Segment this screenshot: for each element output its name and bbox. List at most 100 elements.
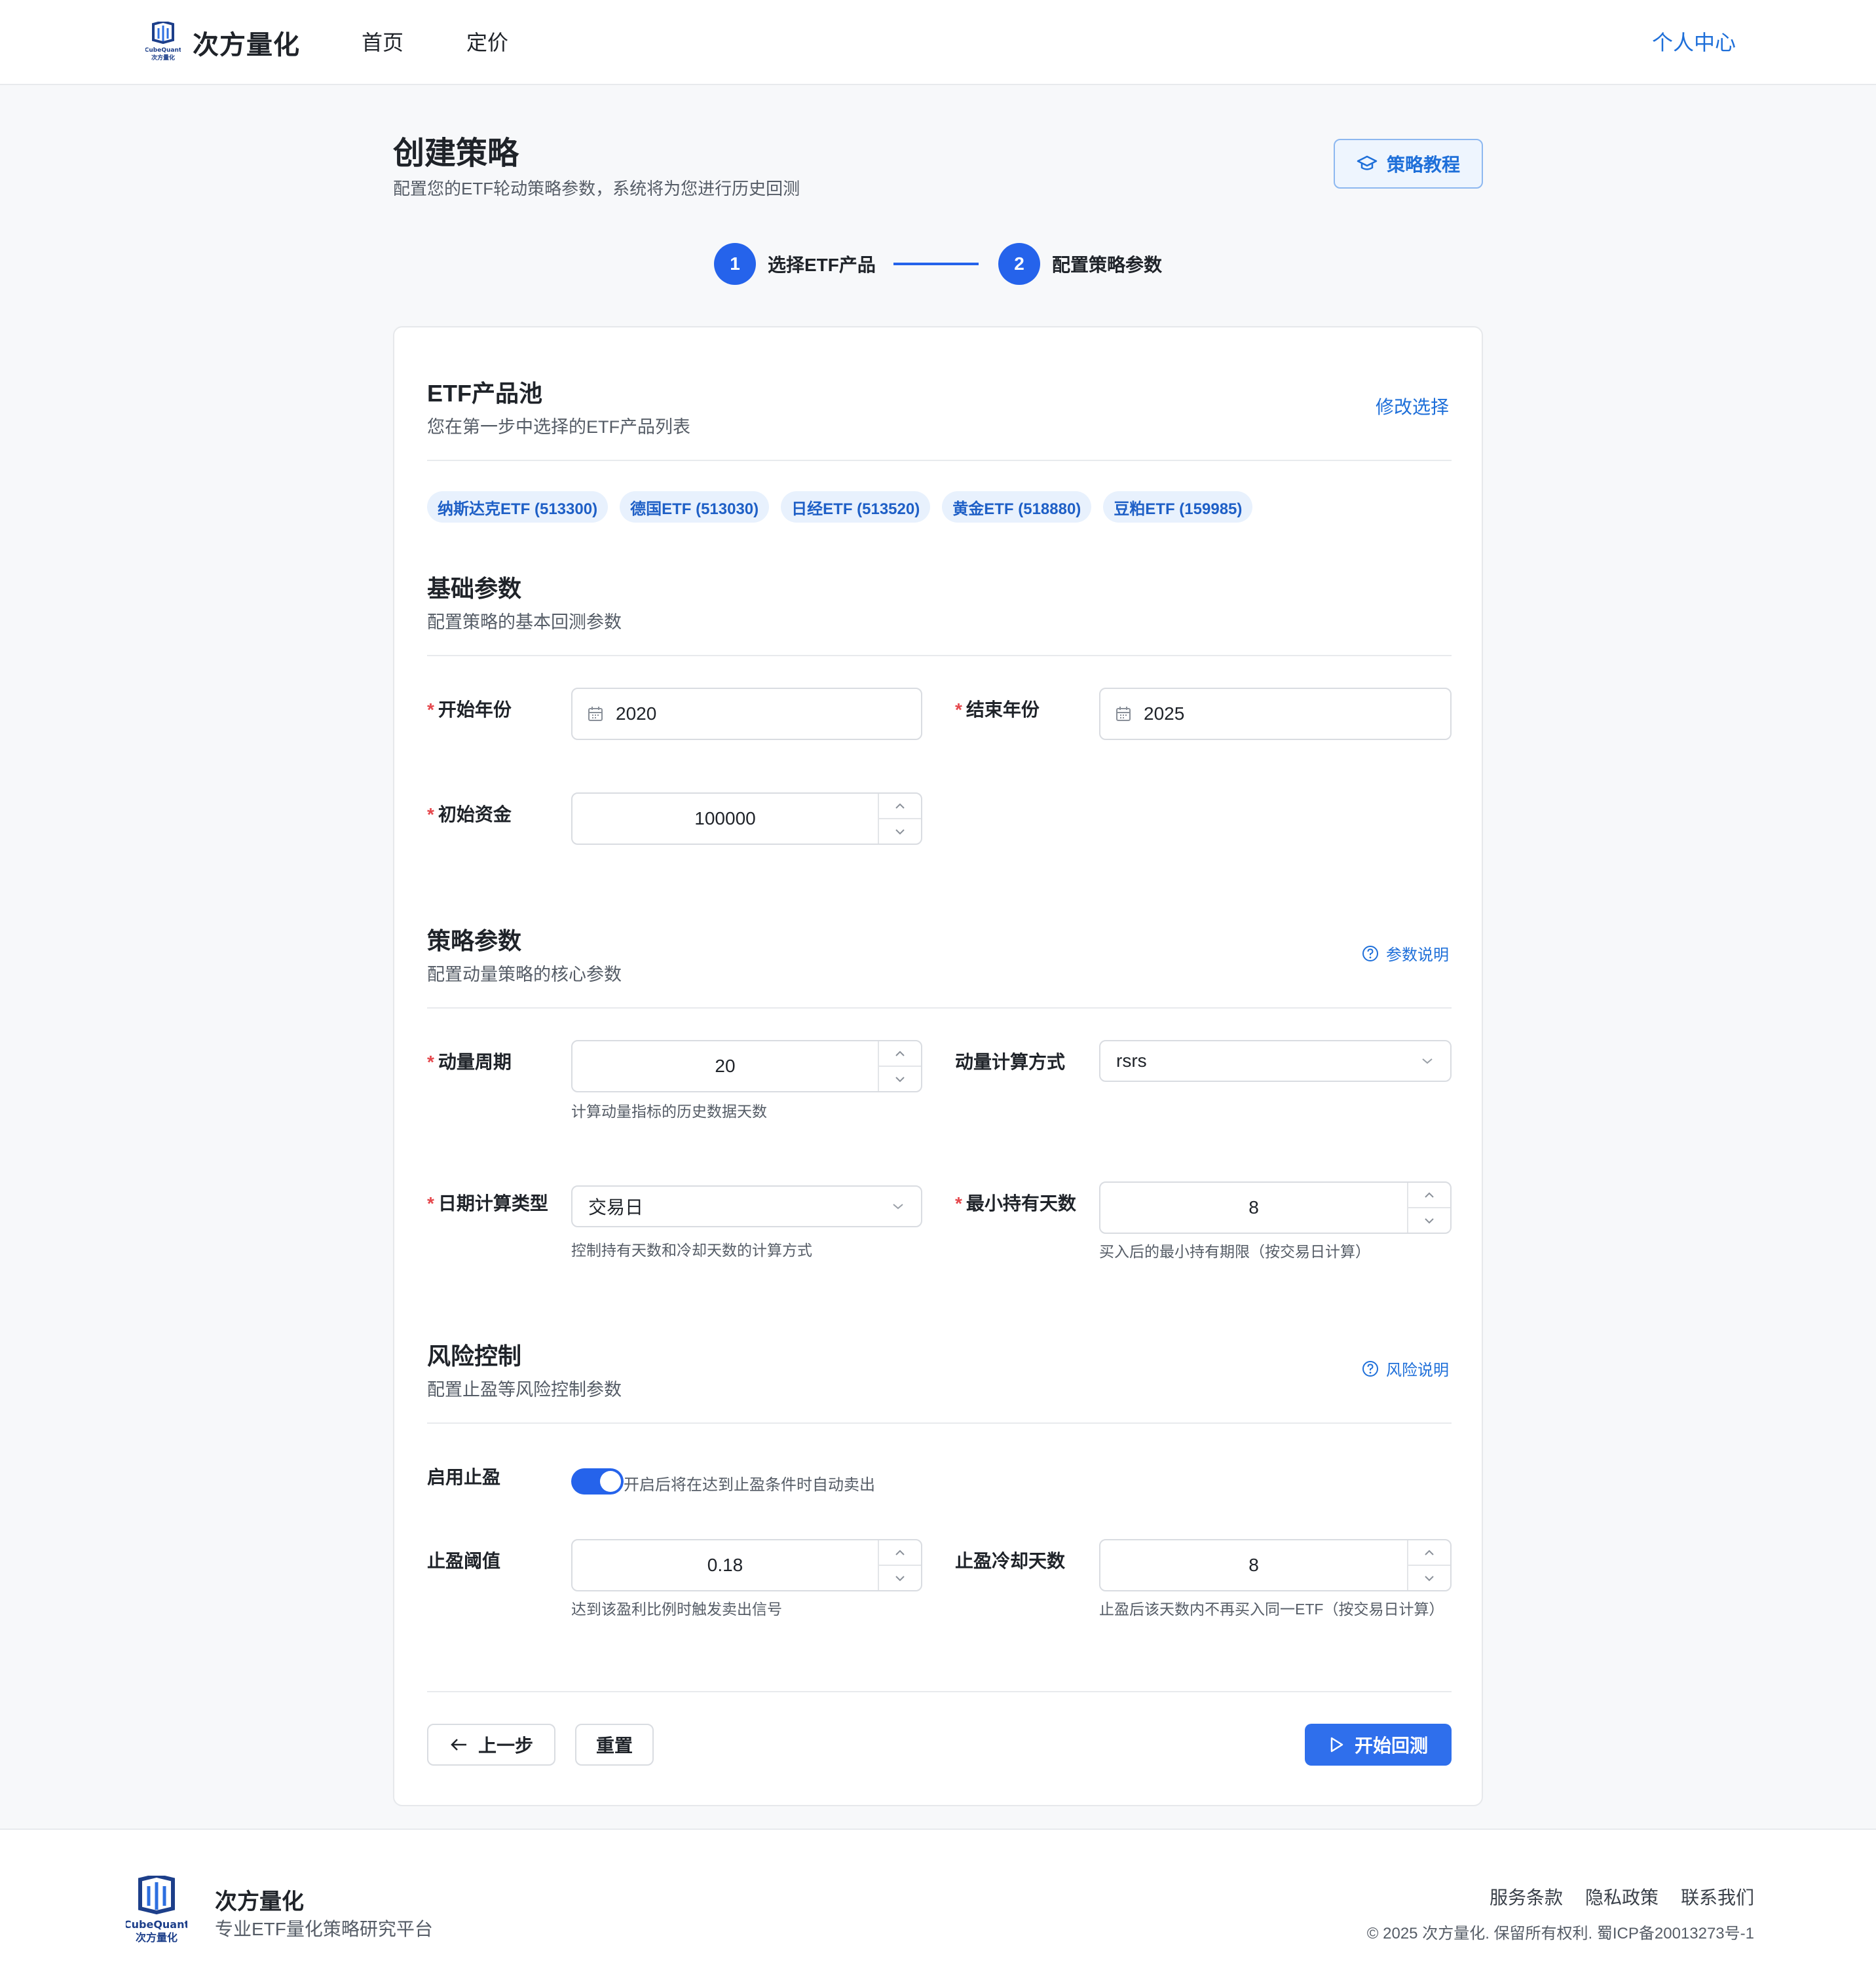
- take-profit-toggle[interactable]: [571, 1468, 624, 1495]
- etf-pool-title: ETF产品池: [427, 380, 542, 407]
- end-year-label: * 结束年份: [955, 699, 1040, 720]
- reset-button[interactable]: 重置: [575, 1724, 654, 1766]
- question-circle-icon: [1362, 945, 1378, 961]
- cube-logo-icon: CubeQuant 次方量化: [145, 22, 181, 62]
- strategy-params-title: 策略参数: [427, 927, 522, 954]
- risk-help-label: 风险说明: [1386, 1362, 1449, 1379]
- min-hold-days-hint: 买入后的最小持有期限（按交易日计算）: [1099, 1243, 1370, 1260]
- previous-step-label: 上一步: [478, 1736, 533, 1756]
- section-divider: [427, 655, 1452, 656]
- momentum-period-hint: 计算动量指标的历史数据天数: [571, 1103, 767, 1120]
- copyright-text: © 2025 次方量化. 保留所有权利. 蜀ICP备20013273号-1: [1366, 1925, 1754, 1942]
- section-divider: [427, 1007, 1452, 1009]
- take-profit-cooldown-value: 8: [1248, 1555, 1259, 1575]
- momentum-period-input[interactable]: 20: [571, 1040, 922, 1092]
- end-year-value: 2025: [1144, 703, 1185, 724]
- stepper: [878, 1540, 921, 1590]
- take-profit-cooldown-label: 止盈冷却天数: [955, 1551, 1066, 1571]
- page-title: 创建策略: [393, 136, 519, 171]
- strategy-params-subtitle: 配置动量策略的核心参数: [427, 965, 622, 984]
- etf-tag: 德国ETF (513030): [620, 491, 770, 523]
- chevron-down-icon: [895, 1076, 905, 1082]
- etf-tag: 日经ETF (513520): [781, 491, 931, 523]
- chevron-down-icon: [1425, 1217, 1434, 1223]
- start-year-picker[interactable]: 2020: [571, 688, 922, 740]
- increment-button[interactable]: [1408, 1183, 1450, 1207]
- nav-home-link[interactable]: 首页: [362, 26, 403, 56]
- take-profit-cooldown-input[interactable]: 8: [1099, 1539, 1452, 1591]
- chevron-up-icon: [895, 1550, 905, 1555]
- user-center-link[interactable]: 个人中心: [1652, 26, 1736, 56]
- risk-help-link[interactable]: 风险说明: [1361, 1357, 1449, 1380]
- momentum-method-label: 动量计算方式: [955, 1052, 1066, 1072]
- calendar-icon: [1116, 707, 1131, 721]
- take-profit-threshold-label: 止盈阈值: [427, 1551, 501, 1571]
- take-profit-threshold-input[interactable]: 0.18: [571, 1539, 922, 1591]
- brand-logo-link[interactable]: CubeQuant 次方量化 次方量化: [145, 20, 300, 65]
- stepper: [1407, 1183, 1450, 1233]
- momentum-method-select[interactable]: rsrs: [1099, 1040, 1452, 1082]
- nav-pricing-link[interactable]: 定价: [466, 26, 508, 56]
- date-type-hint: 控制持有天数和冷却天数的计算方式: [571, 1242, 812, 1259]
- min-hold-days-label: * 最小持有天数: [955, 1193, 1076, 1214]
- date-type-value: 交易日: [588, 1197, 644, 1217]
- strategy-form-card: ETF产品池 您在第一步中选择的ETF产品列表 修改选择 纳斯达克ETF (51…: [393, 326, 1483, 1806]
- param-help-link[interactable]: 参数说明: [1361, 942, 1449, 965]
- end-year-picker[interactable]: 2025: [1099, 688, 1452, 740]
- step-configure-params: 2 配置策略参数: [998, 242, 1162, 286]
- footer-links: 服务条款 隐私政策 联系我们: [1490, 1884, 1754, 1910]
- chevron-up-icon: [1425, 1550, 1434, 1555]
- section-divider: [427, 1691, 1452, 1692]
- momentum-period-label: * 动量周期: [427, 1052, 512, 1072]
- previous-step-button[interactable]: 上一步: [427, 1724, 555, 1766]
- site-footer: CubeQuant 次方量化 次方量化 专业ETF量化策略研究平台 服务条款 隐…: [0, 1829, 1876, 1987]
- arrow-left-icon: [451, 1739, 466, 1751]
- decrement-button[interactable]: [1408, 1565, 1450, 1590]
- chevron-up-icon: [895, 803, 905, 809]
- strategy-tutorial-button[interactable]: 策略教程: [1334, 139, 1483, 189]
- start-backtest-label: 开始回测: [1354, 1736, 1428, 1756]
- increment-button[interactable]: [879, 794, 921, 818]
- risk-control-title: 风险控制: [427, 1343, 522, 1369]
- etf-tag-list: 纳斯达克ETF (513300) 德国ETF (513030) 日经ETF (5…: [427, 491, 1253, 523]
- question-circle-icon: [1362, 1360, 1378, 1377]
- strategy-tutorial-label: 策略教程: [1386, 155, 1460, 175]
- basic-params-subtitle: 配置策略的基本回测参数: [427, 612, 622, 632]
- top-nav-bar: CubeQuant 次方量化 次方量化 首页 定价 个人中心: [0, 0, 1876, 85]
- step-label: 配置策略参数: [1052, 255, 1163, 275]
- logo-text-bottom: 次方量化: [151, 54, 175, 62]
- terms-link[interactable]: 服务条款: [1490, 1884, 1563, 1910]
- increment-button[interactable]: [1408, 1540, 1450, 1565]
- decrement-button[interactable]: [879, 1066, 921, 1091]
- momentum-period-value: 20: [715, 1056, 736, 1076]
- brand-name: 次方量化: [193, 31, 300, 60]
- logo-text-top: CubeQuant: [126, 1918, 187, 1931]
- chevron-down-icon: [895, 828, 905, 834]
- initial-capital-input[interactable]: 100000: [571, 792, 922, 845]
- play-icon: [1330, 1737, 1343, 1753]
- decrement-button[interactable]: [1408, 1207, 1450, 1233]
- take-profit-toggle-hint: 开启后将在达到止盈条件时自动卖出: [624, 1476, 875, 1494]
- step-select-etf: 1 选择ETF产品: [714, 242, 876, 286]
- chevron-down-icon: [1422, 1058, 1433, 1064]
- basic-params-title: 基础参数: [427, 575, 522, 602]
- start-backtest-button[interactable]: 开始回测: [1305, 1724, 1452, 1766]
- footer-brand-name: 次方量化: [215, 1889, 304, 1914]
- etf-tag: 纳斯达克ETF (513300): [427, 491, 609, 523]
- min-hold-days-input[interactable]: 8: [1099, 1181, 1452, 1234]
- increment-button[interactable]: [879, 1540, 921, 1565]
- stepper: [878, 1041, 921, 1091]
- page-subtitle: 配置您的ETF轮动策略参数，系统将为您进行历史回测: [393, 179, 800, 198]
- etf-tag: 黄金ETF (518880): [942, 491, 1092, 523]
- date-type-select[interactable]: 交易日: [571, 1185, 922, 1227]
- chevron-down-icon: [895, 1575, 905, 1581]
- footer-tagline: 专业ETF量化策略研究平台: [215, 1919, 433, 1939]
- contact-link[interactable]: 联系我们: [1681, 1884, 1754, 1910]
- start-year-value: 2020: [616, 703, 657, 724]
- edit-selection-link[interactable]: 修改选择: [1376, 393, 1449, 419]
- decrement-button[interactable]: [879, 818, 921, 844]
- section-divider: [427, 460, 1452, 461]
- increment-button[interactable]: [879, 1041, 921, 1066]
- decrement-button[interactable]: [879, 1565, 921, 1590]
- privacy-link[interactable]: 隐私政策: [1585, 1884, 1659, 1910]
